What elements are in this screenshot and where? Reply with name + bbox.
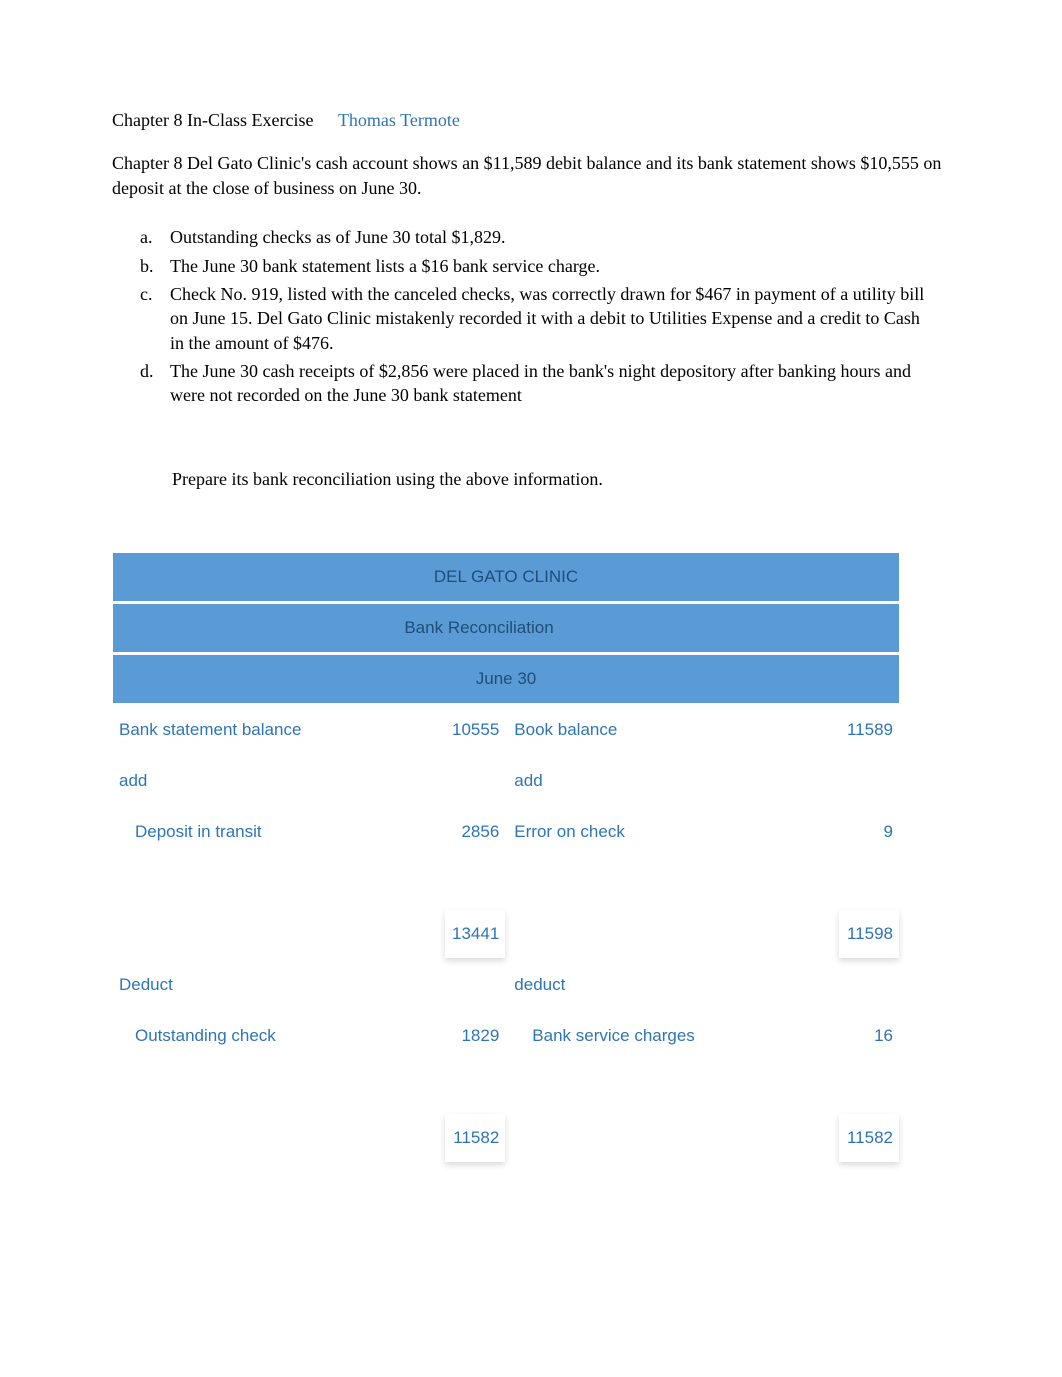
table-date-row: June 30 — [113, 655, 899, 703]
deduct-left-label: Deduct — [113, 961, 505, 1009]
add-right-label: add — [508, 757, 899, 805]
chapter-title: Chapter 8 In-Class Exercise — [112, 110, 313, 130]
subtotal-row: 13441 11598 — [113, 910, 899, 958]
list-marker: a. — [140, 225, 170, 249]
spacer — [806, 1063, 836, 1111]
spacer — [508, 1063, 770, 1111]
book-balance-label: Book balance — [508, 706, 803, 754]
spacer — [113, 910, 442, 958]
list-text: Check No. 919, listed with the canceled … — [170, 282, 962, 355]
list-item: d. The June 30 cash receipts of $2,856 w… — [140, 359, 962, 408]
service-charge-label: Bank service charges — [508, 1012, 770, 1060]
list-marker: c. — [140, 282, 170, 355]
spacer — [773, 1063, 803, 1111]
add-row: add add — [113, 757, 899, 805]
deduction-items-row: Outstanding check 1829 Bank service char… — [113, 1012, 899, 1060]
balance-row: Bank statement balance 10555 Book balanc… — [113, 706, 899, 754]
spacer — [773, 808, 803, 856]
spacer — [508, 910, 836, 958]
subtotal-left: 13441 — [445, 910, 505, 958]
list-marker: b. — [140, 254, 170, 278]
deposit-transit-value: 2856 — [445, 808, 505, 856]
item-list: a. Outstanding checks as of June 30 tota… — [140, 225, 962, 407]
spacer — [412, 1063, 442, 1111]
list-text: The June 30 cash receipts of $2,856 were… — [170, 359, 962, 408]
bank-balance-value: 10555 — [445, 706, 505, 754]
bank-balance-label: Bank statement balance — [113, 706, 442, 754]
author-name: Thomas Termote — [338, 110, 460, 130]
table-title-row: Bank Reconciliation — [113, 604, 899, 652]
spacer — [773, 859, 803, 907]
error-check-value: 9 — [839, 808, 899, 856]
spacer — [773, 1012, 803, 1060]
spacer — [412, 808, 442, 856]
spacer — [445, 1063, 505, 1111]
total-row: 11582 11582 — [113, 1114, 899, 1162]
reconciliation-table: DEL GATO CLINIC Bank Reconciliation June… — [110, 550, 902, 1165]
table-company-row: DEL GATO CLINIC — [113, 553, 899, 601]
spacer — [508, 1114, 836, 1162]
list-text: The June 30 bank statement lists a $16 b… — [170, 254, 962, 278]
subtotal-right: 11598 — [839, 910, 899, 958]
spacer — [113, 1114, 442, 1162]
document-header: Chapter 8 In-Class Exercise Thomas Termo… — [112, 110, 962, 131]
service-charge-value: 16 — [839, 1012, 899, 1060]
list-text: Outstanding checks as of June 30 total $… — [170, 225, 962, 249]
spacer — [412, 1012, 442, 1060]
table-title: Bank Reconciliation — [113, 604, 899, 652]
add-left-label: add — [113, 757, 505, 805]
spacer — [508, 859, 770, 907]
spacer — [839, 859, 899, 907]
spacer — [806, 808, 836, 856]
spacer — [839, 1063, 899, 1111]
company-name: DEL GATO CLINIC — [113, 553, 899, 601]
deduct-right-label: deduct — [508, 961, 899, 1009]
instruction-text: Prepare its bank reconciliation using th… — [172, 469, 962, 490]
intro-paragraph: Chapter 8 Del Gato Clinic's cash account… — [112, 151, 962, 201]
deduct-row: Deduct deduct — [113, 961, 899, 1009]
list-item: b. The June 30 bank statement lists a $1… — [140, 254, 962, 278]
spacer — [806, 706, 836, 754]
table-date: June 30 — [113, 655, 899, 703]
list-item: c. Check No. 919, listed with the cancel… — [140, 282, 962, 355]
outstanding-check-value: 1829 — [445, 1012, 505, 1060]
blank-row — [113, 1063, 899, 1111]
outstanding-check-label: Outstanding check — [113, 1012, 409, 1060]
list-marker: d. — [140, 359, 170, 408]
spacer — [113, 859, 409, 907]
blank-row — [113, 859, 899, 907]
spacer — [412, 859, 442, 907]
deposit-transit-label: Deposit in transit — [113, 808, 409, 856]
spacer — [806, 859, 836, 907]
list-item: a. Outstanding checks as of June 30 tota… — [140, 225, 962, 249]
total-left: 11582 — [445, 1114, 505, 1162]
spacer — [113, 1063, 409, 1111]
total-right: 11582 — [839, 1114, 899, 1162]
spacer — [806, 1012, 836, 1060]
error-check-label: Error on check — [508, 808, 770, 856]
spacer — [445, 859, 505, 907]
book-balance-value: 11589 — [839, 706, 899, 754]
addition-items-row: Deposit in transit 2856 Error on check 9 — [113, 808, 899, 856]
